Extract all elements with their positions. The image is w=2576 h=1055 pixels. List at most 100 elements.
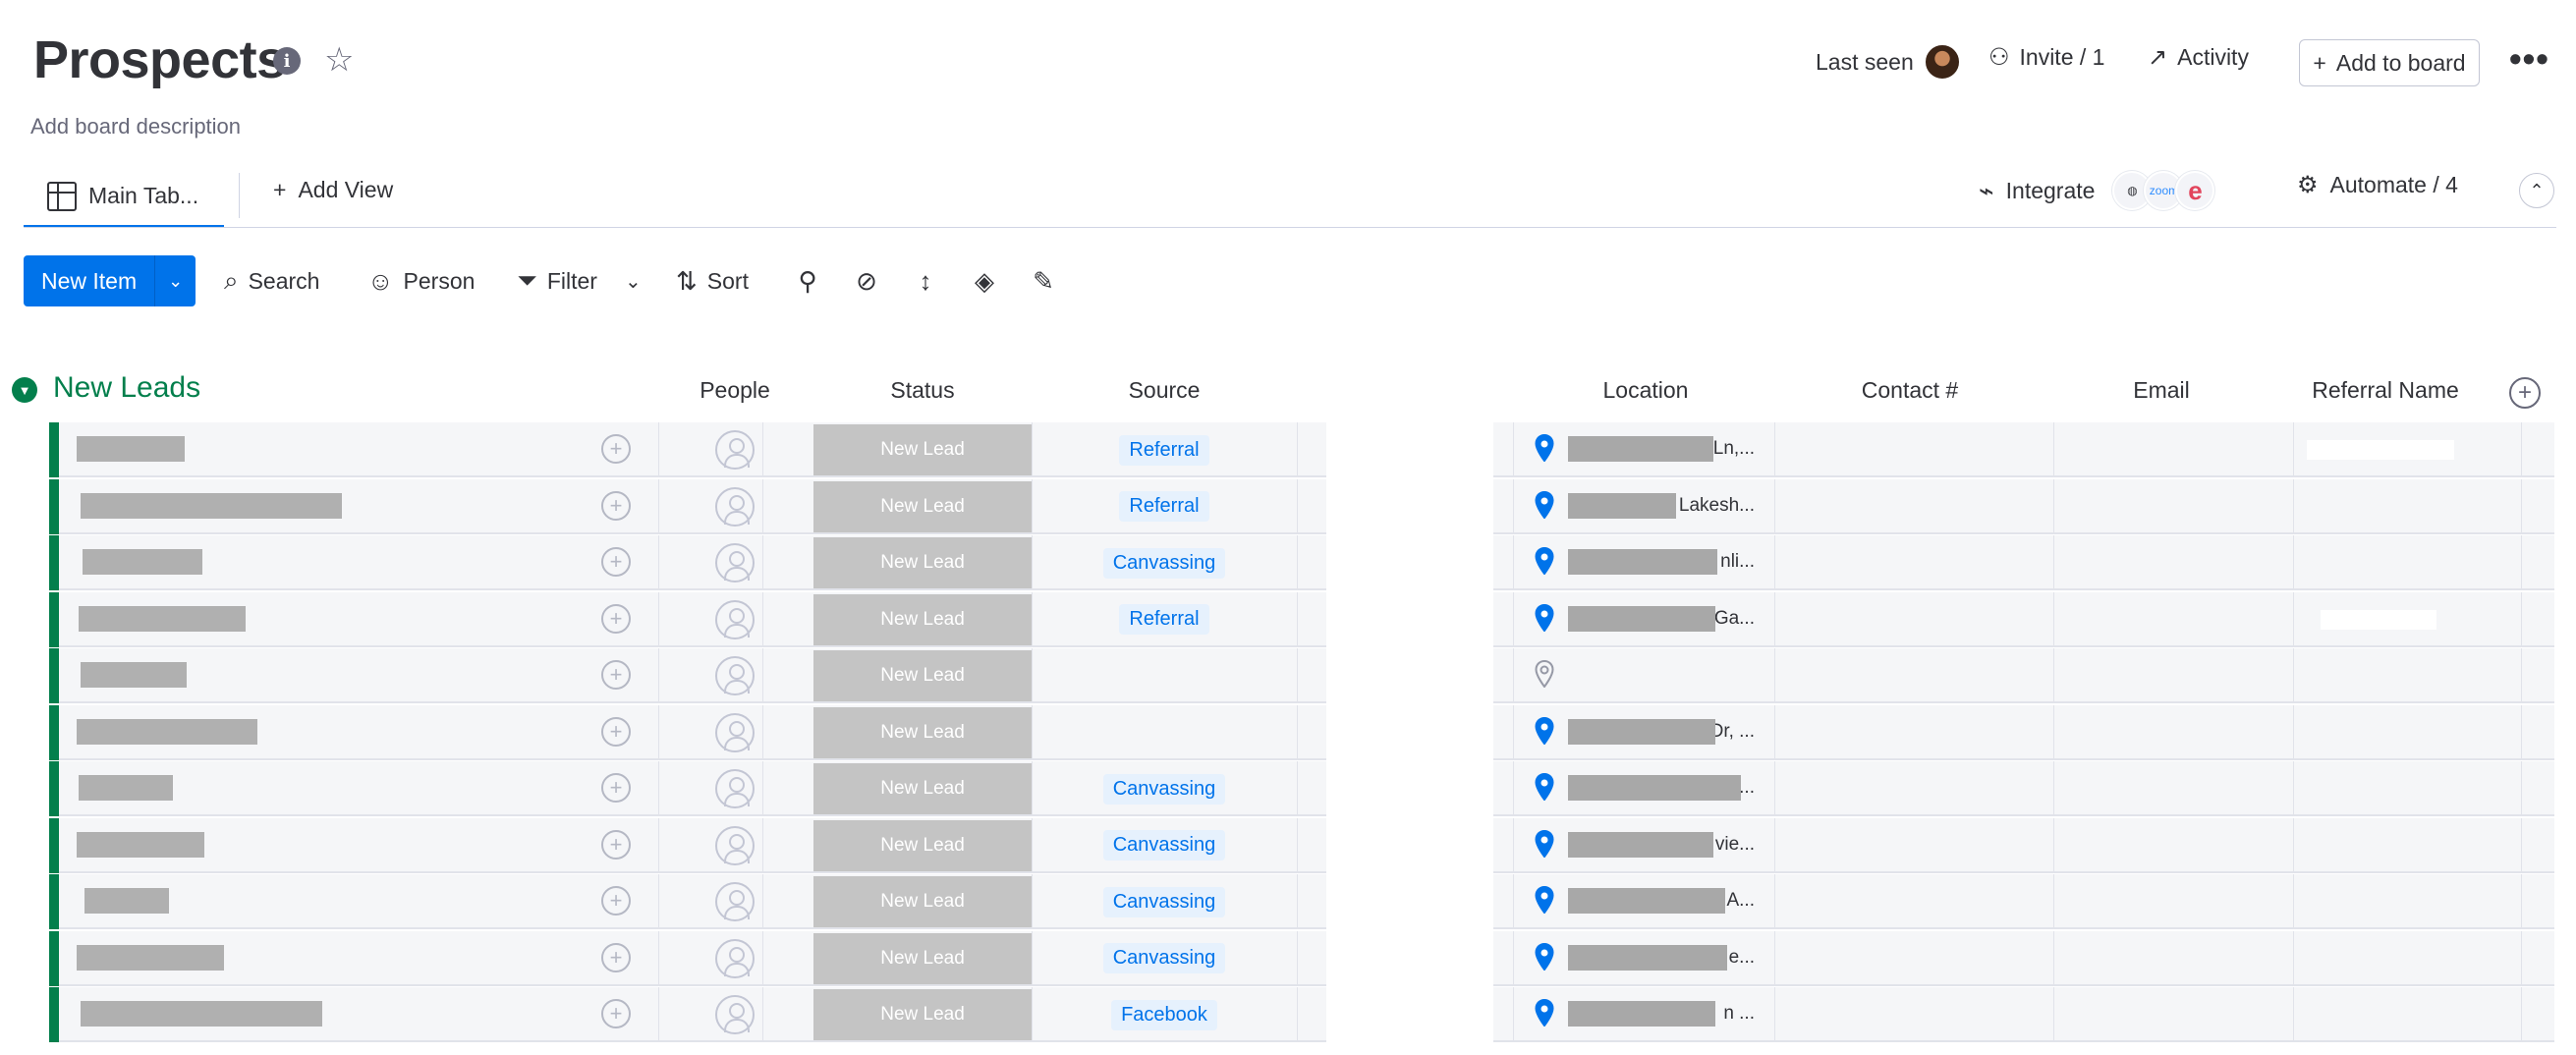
board-title[interactable]: Prospects (33, 29, 286, 90)
location-pin-icon[interactable] (1535, 603, 1554, 632)
location-pin-icon[interactable] (1535, 886, 1554, 914)
location-pin-icon[interactable] (1535, 547, 1554, 575)
people-avatar-icon[interactable] (715, 712, 755, 752)
row-height-icon[interactable]: ↕ (908, 263, 943, 299)
status-cell[interactable]: New Lead (813, 763, 1032, 814)
table-row[interactable]: + New Lead Canvassing A... (49, 874, 2554, 929)
source-cell[interactable]: Canvassing (1032, 874, 1297, 929)
location-pin-icon[interactable] (1535, 829, 1554, 858)
table-row[interactable]: + New Lead Canvassing vie... (49, 817, 2554, 873)
source-cell[interactable]: Referral (1032, 592, 1297, 647)
add-update-icon[interactable]: + (601, 660, 631, 690)
table-row[interactable]: + New Lead Facebook n ... (49, 987, 2554, 1042)
status-cell[interactable]: New Lead (813, 424, 1032, 475)
add-column-button[interactable]: + (2509, 377, 2541, 409)
source-cell[interactable]: Referral (1032, 422, 1297, 477)
source-cell[interactable]: Canvassing (1032, 761, 1297, 816)
source-cell[interactable] (1032, 705, 1297, 760)
new-item-dropdown[interactable]: ⌄ (154, 255, 196, 306)
item-name-redacted[interactable] (81, 1001, 322, 1027)
info-icon[interactable]: i (273, 47, 301, 75)
person-filter-button[interactable]: ☺ Person (367, 263, 475, 299)
search-button[interactable]: ⌕ Search (224, 263, 319, 299)
location-pin-icon[interactable] (1535, 773, 1554, 801)
column-header-email[interactable]: Email (2053, 377, 2269, 404)
filter-button[interactable]: ⏷ Filter (517, 263, 597, 299)
item-name-redacted[interactable] (77, 944, 224, 971)
add-update-icon[interactable]: + (601, 829, 631, 860)
item-name-redacted[interactable] (81, 492, 342, 519)
column-header-referral[interactable]: Referral Name (2275, 377, 2495, 404)
table-row[interactable]: + New Lead Referral Lakesh... (49, 478, 2554, 534)
status-cell[interactable]: New Lead (813, 650, 1032, 701)
status-cell[interactable]: New Lead (813, 876, 1032, 927)
people-avatar-icon[interactable] (715, 599, 755, 639)
item-name-redacted[interactable] (79, 605, 246, 632)
people-avatar-icon[interactable] (715, 486, 755, 527)
item-name-redacted[interactable] (79, 775, 173, 801)
source-cell[interactable] (1032, 648, 1297, 703)
people-avatar-icon[interactable] (715, 769, 755, 808)
invite-button[interactable]: ⚇ Invite / 1 (1988, 43, 2104, 72)
referral-name-redacted[interactable] (2307, 440, 2454, 460)
item-name-redacted[interactable] (77, 436, 185, 462)
integrate-button[interactable]: ⌁ Integrate ◍ zoom e (1979, 171, 2215, 210)
table-row[interactable]: + New Lead Referral Ln,... (49, 422, 2554, 477)
location-pin-icon[interactable] (1535, 716, 1554, 745)
group-collapse-toggle[interactable]: ▼ (12, 377, 37, 403)
table-row[interactable]: + New Lead Canvassing nli... (49, 535, 2554, 590)
table-row[interactable]: + New Lead Canvassing e... (49, 930, 2554, 986)
activity-button[interactable]: ↗ Activity (2148, 43, 2249, 72)
status-cell[interactable]: New Lead (813, 819, 1032, 871)
source-cell[interactable]: Canvassing (1032, 818, 1297, 873)
people-avatar-icon[interactable] (715, 430, 755, 470)
table-row[interactable]: + New Lead Canvassing... (49, 761, 2554, 816)
add-update-icon[interactable]: + (601, 886, 631, 916)
color-fill-icon[interactable]: ◈ (967, 263, 1002, 299)
column-header-people[interactable]: People (666, 377, 804, 404)
table-row[interactable]: + New Lead (49, 648, 2554, 703)
add-to-board-button[interactable]: + Add to board (2299, 39, 2480, 86)
status-cell[interactable]: New Lead (813, 593, 1032, 645)
item-name-redacted[interactable] (83, 549, 202, 575)
add-update-icon[interactable]: + (601, 434, 631, 464)
people-avatar-icon[interactable] (715, 938, 755, 978)
group-title[interactable]: New Leads (53, 371, 200, 405)
source-cell[interactable]: Facebook (1032, 987, 1297, 1042)
status-cell[interactable]: New Lead (813, 537, 1032, 588)
item-name-redacted[interactable] (77, 718, 257, 745)
last-seen[interactable]: Last seen (1816, 43, 1961, 81)
add-view-button[interactable]: + Add View (273, 177, 393, 203)
item-name-redacted[interactable] (84, 888, 169, 914)
item-name-redacted[interactable] (77, 831, 204, 858)
table-row[interactable]: + New Lead Dr, ... (49, 704, 2554, 760)
automate-button[interactable]: ⚙ Automate / 4 (2297, 171, 2458, 199)
board-description[interactable]: Add board description (30, 114, 241, 139)
add-update-icon[interactable]: + (601, 942, 631, 972)
column-header-source[interactable]: Source (1032, 377, 1297, 404)
people-avatar-icon[interactable] (715, 825, 755, 865)
source-cell[interactable]: Canvassing (1032, 535, 1297, 590)
avatar[interactable] (1923, 43, 1961, 81)
add-update-icon[interactable]: + (601, 603, 631, 634)
status-cell[interactable]: New Lead (813, 706, 1032, 758)
status-cell[interactable]: New Lead (813, 932, 1032, 984)
column-header-contact[interactable]: Contact # (1772, 377, 2047, 404)
hide-icon[interactable]: ⊘ (849, 263, 884, 299)
pin-icon[interactable]: ⚲ (790, 263, 825, 299)
location-pin-icon[interactable] (1535, 660, 1554, 688)
add-update-icon[interactable]: + (601, 773, 631, 803)
referral-name-redacted[interactable] (2321, 609, 2436, 630)
add-update-icon[interactable]: + (601, 490, 631, 521)
filter-dropdown[interactable]: ⌄ (625, 263, 642, 299)
column-header-location[interactable]: Location (1533, 377, 1759, 404)
table-row[interactable]: + New Lead Referral Ga... (49, 591, 2554, 647)
tab-main-table[interactable]: Main Tab... (24, 167, 224, 228)
location-pin-icon[interactable] (1535, 490, 1554, 519)
people-avatar-icon[interactable] (715, 543, 755, 583)
add-update-icon[interactable]: + (601, 547, 631, 577)
people-avatar-icon[interactable] (715, 656, 755, 695)
source-cell[interactable]: Referral (1032, 479, 1297, 534)
location-pin-icon[interactable] (1535, 434, 1554, 462)
location-pin-icon[interactable] (1535, 999, 1554, 1027)
